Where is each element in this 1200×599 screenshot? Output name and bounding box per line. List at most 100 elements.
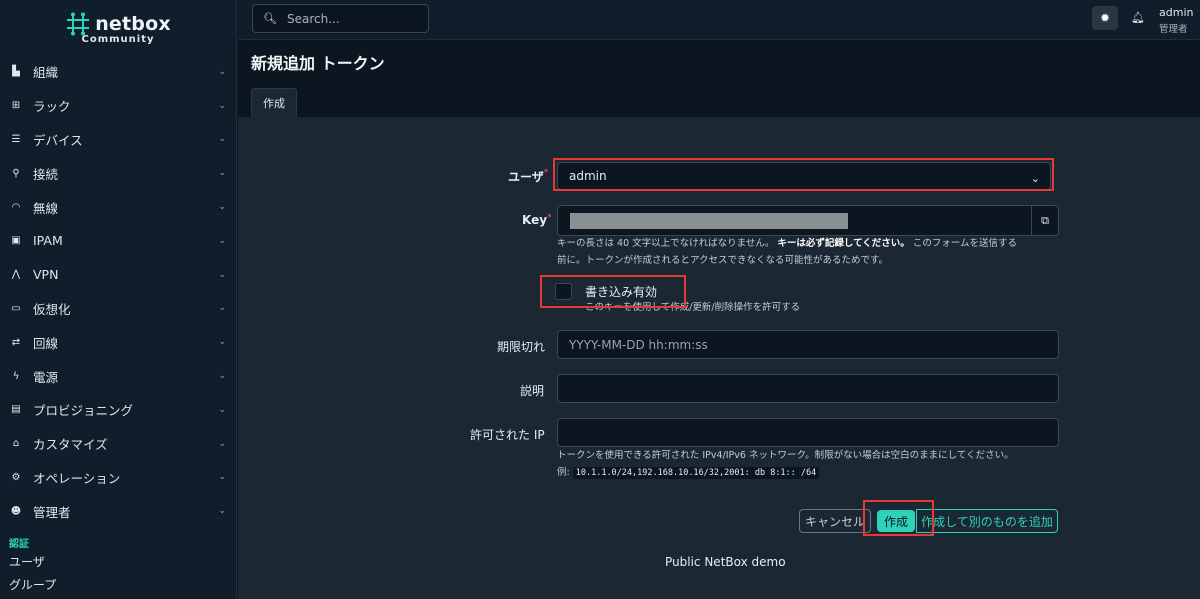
sidebar-item-provisioning[interactable]: ▤ プロビジョニング ⌄ [0,393,236,427]
key-label: Key* [522,213,552,227]
user-label: ユーザ* [508,168,549,184]
write-enabled-checkbox[interactable] [555,283,572,300]
sidebar-subitem-groups[interactable]: グループ [0,573,236,596]
cancel-button[interactable]: キャンセル [799,509,871,533]
chevron-down-icon: ⌄ [218,371,226,382]
sidebar-item-label: 組織 [33,65,59,81]
user-menu-name[interactable]: admin [1159,6,1193,19]
sidebar-item-label: カスタマイズ [33,437,108,453]
expires-label: 期限切れ [497,340,546,354]
sidebar-item-customization[interactable]: ⌂ カスタマイズ ⌄ [0,427,236,461]
server-icon: ☰ [11,133,21,145]
sidebar-item-power[interactable]: ϟ 電源 ⌄ [0,359,236,393]
vpn-icon: ⋀ [11,269,21,281]
sidebar-item-wireless[interactable]: ◠ 無線 ⌄ [0,190,236,224]
key-value-masked [570,213,848,229]
sidebar-item-connections[interactable]: ⚲ 接続 ⌄ [0,156,236,190]
description-input[interactable] [557,374,1059,403]
allowed-ips-help: トークンを使用できる許可された IPv4/IPv6 ネットワーク。制限がない場合… [557,450,1014,479]
sidebar-item-ipam[interactable]: ▣ IPAM ⌄ [0,224,236,258]
sidebar-item-label: 無線 [33,200,59,216]
chevron-down-icon: ⌄ [218,337,226,348]
bell-icon[interactable]: 🔔︎ [1131,11,1145,24]
domain-icon: ▙ [12,66,20,78]
sidebar-item-label: デバイス [33,132,83,148]
allowed-ips-input[interactable] [557,418,1059,447]
sidebar-nav: ▙ 組織 ⌄ ⊞ ラック ⌄ ☰ デバイス ⌄ ⚲ 接続 ⌄ ◠ 無線 ⌄ ▣ … [0,55,236,528]
chevron-down-icon: ⌄ [218,472,226,483]
copy-button[interactable]: ⧉ [1031,206,1058,236]
user-menu-role[interactable]: 管理者 [1159,21,1188,35]
chevron-down-icon: ⌄ [218,438,226,449]
sidebar-item-label: ラック [33,99,71,115]
connection-icon: ⚲ [12,167,20,179]
sidebar-item-virtualization[interactable]: ▭ 仮想化 ⌄ [0,292,236,326]
sidebar-item-label: オペレーション [33,470,121,486]
chevron-down-icon: ⌄ [218,269,226,280]
counter-icon: ▣ [11,235,21,247]
expires-placeholder: YYYY-MM-DD hh:mm:ss [569,337,708,352]
create-and-add-button[interactable]: 作成して別のものを追加 [916,509,1058,533]
required-asterisk: * [543,168,549,178]
description-label: 説明 [520,384,545,398]
chevron-down-icon: ⌄ [218,100,226,111]
chevron-down-icon: ⌄ [218,202,226,213]
chevron-down-icon: ⌄ [218,134,226,145]
sidebar-item-label: 電源 [33,369,59,385]
sidebar-item-vpn[interactable]: ⋀ VPN ⌄ [0,258,236,292]
user-select[interactable]: admin ⌄ [557,162,1051,190]
sidebar-item-devices[interactable]: ☰ デバイス ⌄ [0,123,236,157]
key-help: キーの長さは 40 文字以上でなければなりません。 キーは必ず記録してください。… [557,238,1018,266]
monitor-icon: ▭ [11,302,21,314]
chevron-down-icon: ⌄ [218,168,226,179]
file-icon: ▤ [11,404,21,416]
sidebar-item-circuits[interactable]: ⇄ 回線 ⌄ [0,325,236,359]
allowed-ips-label: 許可された IP [470,428,545,442]
search-placeholder: Search... [286,11,340,26]
footer-text: Public NetBox demo [665,555,786,569]
sidebar-item-label: 仮想化 [33,301,71,317]
example-code: 10.1.1.0/24,192.168.10.16/32,2001: db 8:… [572,467,820,479]
tab-create[interactable]: 作成 [251,88,297,117]
write-enabled-label: 書き込み有効 [585,285,658,299]
users-icon: ☻ [10,505,22,517]
sidebar-item-label: 接続 [33,166,59,182]
user-select-value: admin [569,169,607,183]
sidebar-item-label: VPN [33,267,59,283]
chevron-down-icon: ⌄ [1030,172,1040,185]
search-input[interactable]: 🔍︎ Search... [252,4,429,33]
rack-icon: ⊞ [11,100,21,112]
chevron-down-icon: ⌄ [218,303,226,314]
sidebar: netbox Community ▙ 組織 ⌄ ⊞ ラック ⌄ ☰ デバイス ⌄… [0,0,237,599]
brand-logo[interactable]: netbox Community [0,0,236,52]
sidebar-item-organization[interactable]: ▙ 組織 ⌄ [0,55,236,89]
sidebar-subitem-users[interactable]: ユーザ [0,550,236,573]
chevron-down-icon: ⌄ [218,506,226,517]
create-button[interactable]: 作成 [877,510,915,532]
key-input[interactable]: ⧉ [557,205,1059,236]
chevron-down-icon: ⌄ [218,404,226,415]
chevron-down-icon: ⌄ [218,66,226,77]
top-bar: 🔍︎ Search... ✹ 🔔︎ admin 管理者 [238,0,1200,40]
theme-toggle-button[interactable]: ✹ [1092,6,1118,30]
sidebar-item-label: IPAM [33,233,63,249]
sidebar-item-label: プロビジョニング [33,403,134,419]
page-title: 新規追加 トークン [251,54,385,73]
sidebar-item-admin[interactable]: ☻ 管理者 ⌄ [0,494,236,528]
brand-name: netbox [95,12,171,35]
brand-edition: Community [81,33,155,45]
lightbulb-icon: ✹ [1099,11,1111,25]
sidebar-item-racks[interactable]: ⊞ ラック ⌄ [0,89,236,123]
cogs-icon: ⚙ [11,471,21,483]
chevron-down-icon: ⌄ [218,235,226,246]
circuit-icon: ⇄ [11,336,21,348]
netbox-logo-icon [67,12,90,35]
wifi-icon: ◠ [11,201,21,213]
copy-icon: ⧉ [1041,214,1049,227]
toolbox-icon: ⌂ [12,438,20,450]
sidebar-section-title: 認証 [9,539,29,551]
expires-input[interactable]: YYYY-MM-DD hh:mm:ss [557,330,1059,359]
required-asterisk: * [547,213,552,223]
sidebar-item-operations[interactable]: ⚙ オペレーション ⌄ [0,461,236,495]
sidebar-item-label: 管理者 [33,504,71,520]
